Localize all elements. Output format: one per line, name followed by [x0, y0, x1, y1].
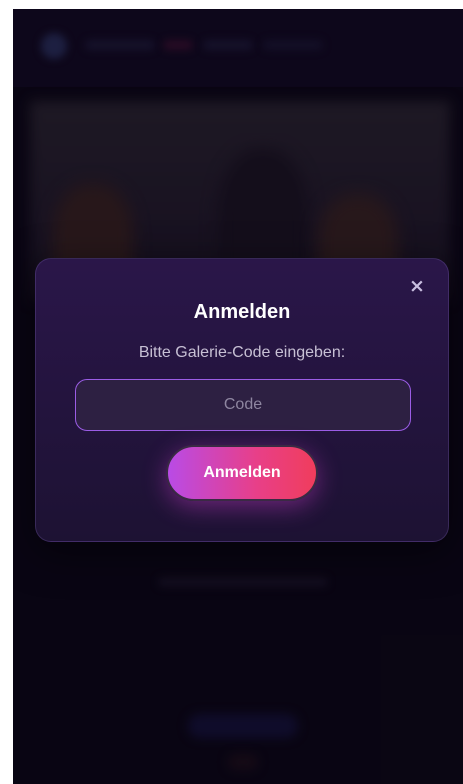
app-viewport: × Anmelden Bitte Galerie-Code eingeben: … [13, 9, 463, 784]
modal-subtitle: Bitte Galerie-Code eingeben: [138, 344, 346, 361]
close-icon[interactable]: × [408, 277, 426, 296]
login-button[interactable]: Anmelden [166, 445, 318, 501]
login-modal: × Anmelden Bitte Galerie-Code eingeben: … [35, 258, 449, 542]
modal-title: Anmelden [193, 301, 291, 323]
gallery-code-input[interactable] [75, 379, 411, 431]
